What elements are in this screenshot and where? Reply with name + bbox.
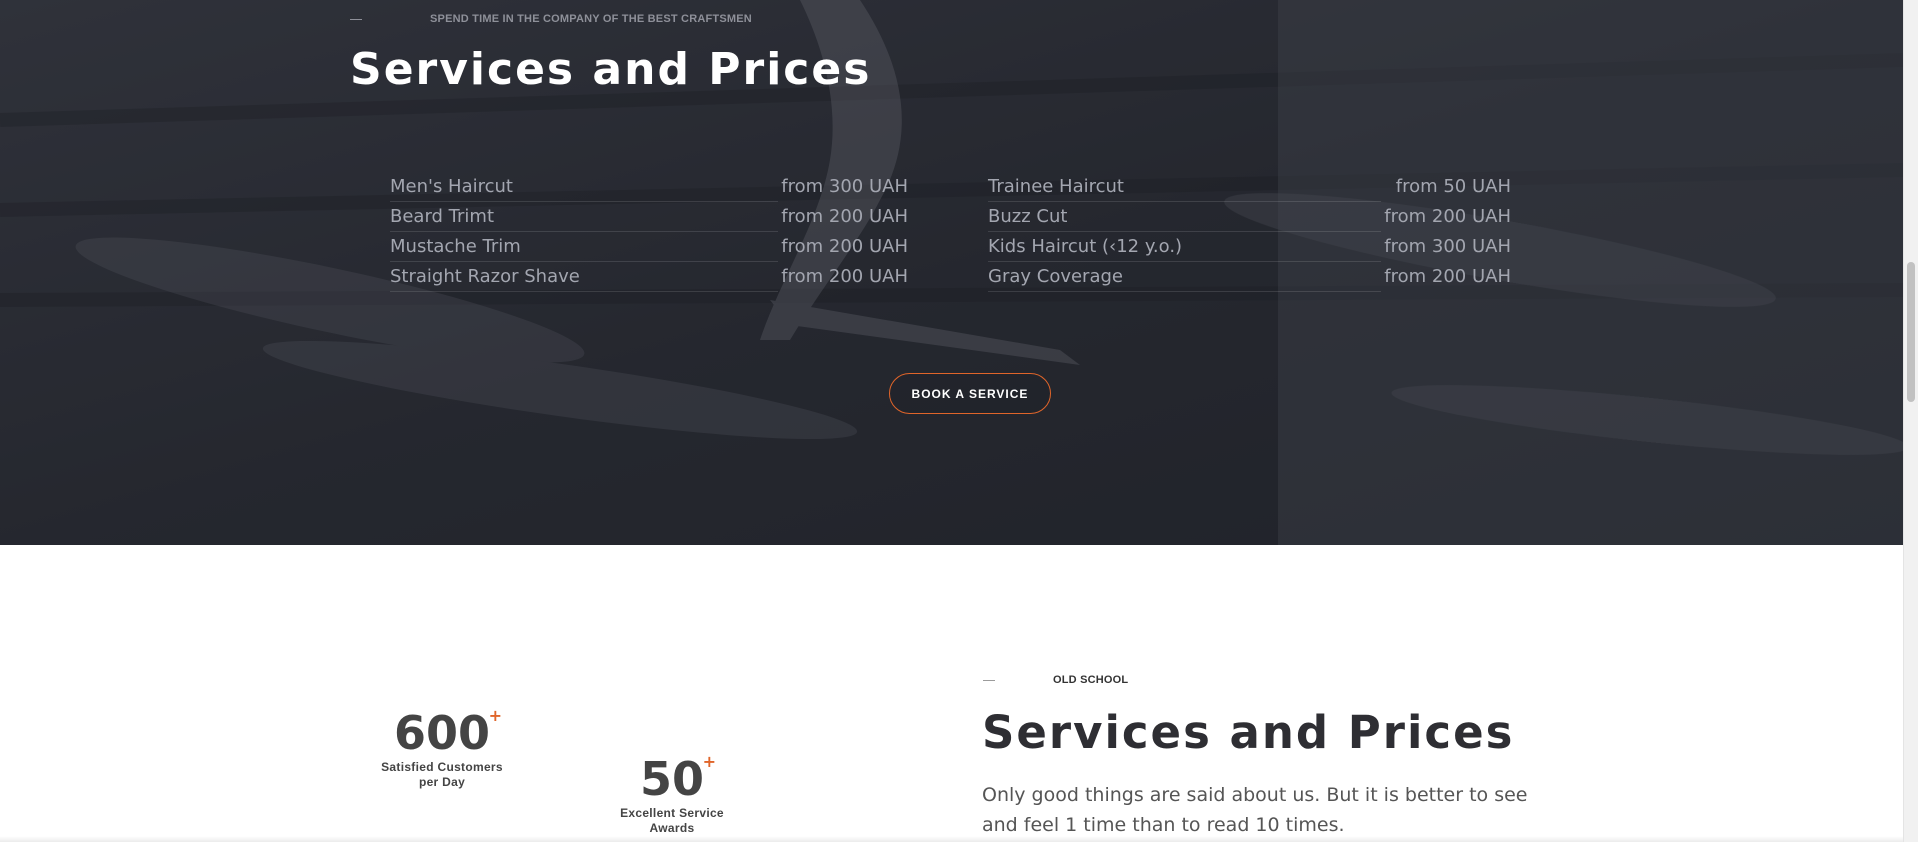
plus-icon: + <box>702 752 716 771</box>
service-name: Trainee Haircut <box>988 176 1124 197</box>
stat-label-line: Satisfied Customers <box>381 760 503 774</box>
service-price: from 200 UAH <box>1384 206 1511 227</box>
stat-label-line: Awards <box>649 821 695 835</box>
about-title: Services and Prices <box>982 706 1515 759</box>
service-name: Buzz Cut <box>988 206 1068 227</box>
eyebrow-dash <box>983 679 995 681</box>
service-name: Kids Haircut (‹12 y.o.) <box>988 236 1183 257</box>
price-list-left: Men's Haircut from 300 UAH Beard Trimt f… <box>390 174 908 294</box>
price-row: Trainee Haircut from 50 UAH <box>988 174 1511 204</box>
services-hero-section: SPEND TIME IN THE COMPANY OF THE BEST CR… <box>0 0 1903 545</box>
service-price: from 300 UAH <box>1384 236 1511 257</box>
stat-label-line: per Day <box>418 775 466 789</box>
eyebrow-dash <box>350 18 362 20</box>
service-price: from 50 UAH <box>1395 176 1511 197</box>
price-row: Mustache Trim from 200 UAH <box>390 234 908 264</box>
service-price: from 300 UAH <box>781 176 908 197</box>
service-name: Mustache Trim <box>390 236 521 257</box>
service-name: Men's Haircut <box>390 176 513 197</box>
plus-icon: + <box>488 706 503 725</box>
price-row: Straight Razor Shave from 200 UAH <box>390 264 908 294</box>
price-row: Buzz Cut from 200 UAH <box>988 204 1511 234</box>
price-row: Men's Haircut from 300 UAH <box>390 174 908 204</box>
footer-shadow-edge <box>0 836 1903 842</box>
stat-number: 600 <box>393 706 491 760</box>
about-eyebrow-text: OLD SCHOOL <box>1053 674 1129 686</box>
dotted-leader <box>988 291 1381 292</box>
about-description: Only good things are said about us. But … <box>982 784 1528 836</box>
stat-number-wrap: 50 + <box>639 752 716 806</box>
about-eyebrow: OLD SCHOOL <box>983 674 1128 686</box>
dotted-leader <box>390 231 778 232</box>
hero-title: Services and Prices <box>350 44 872 95</box>
dotted-leader <box>988 261 1381 262</box>
service-price: from 200 UAH <box>781 266 908 287</box>
stat-number-wrap: 600 + <box>393 706 502 760</box>
dotted-leader <box>390 201 778 202</box>
dotted-leader <box>988 201 1381 202</box>
book-service-button[interactable]: BOOK A SERVICE <box>889 373 1051 414</box>
dotted-leader <box>988 231 1381 232</box>
service-price: from 200 UAH <box>781 236 908 257</box>
price-row: Gray Coverage from 200 UAH <box>988 264 1511 294</box>
price-row: Kids Haircut (‹12 y.o.) from 300 UAH <box>988 234 1511 264</box>
scrollbar-thumb[interactable] <box>1907 262 1915 402</box>
stat-label-line: Excellent Service <box>620 806 724 820</box>
page-scrollbar[interactable] <box>1903 0 1918 842</box>
service-price: from 200 UAH <box>781 206 908 227</box>
price-row: Beard Trimt from 200 UAH <box>390 204 908 234</box>
stat-number: 50 <box>639 752 704 806</box>
price-list-right: Trainee Haircut from 50 UAH Buzz Cut fro… <box>988 174 1511 294</box>
stat-service-awards: 50 + Excellent Service Awards <box>612 752 732 836</box>
hero-eyebrow: SPEND TIME IN THE COMPANY OF THE BEST CR… <box>350 13 752 25</box>
service-name: Straight Razor Shave <box>390 266 580 287</box>
service-name: Gray Coverage <box>988 266 1123 287</box>
stat-label: Satisfied Customers per Day <box>375 760 509 790</box>
service-price: from 200 UAH <box>1384 266 1511 287</box>
dotted-leader <box>390 261 778 262</box>
hero-eyebrow-text: SPEND TIME IN THE COMPANY OF THE BEST CR… <box>430 13 752 25</box>
stat-satisfied-customers: 600 + Satisfied Customers per Day <box>375 706 509 790</box>
stat-label: Excellent Service Awards <box>612 806 732 836</box>
dotted-leader <box>390 291 778 292</box>
service-name: Beard Trimt <box>390 206 495 227</box>
